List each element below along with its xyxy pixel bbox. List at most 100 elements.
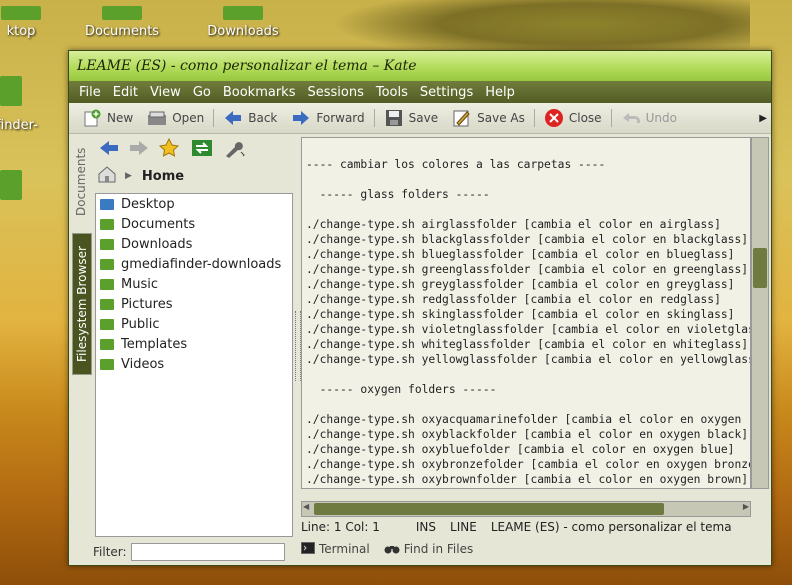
breadcrumb-home[interactable]: Home (142, 169, 184, 184)
save-as-button[interactable]: Save As (445, 108, 532, 128)
folder-icon (100, 358, 114, 370)
open-button-label: Open (172, 111, 205, 125)
new-button[interactable]: New (75, 108, 140, 128)
folder-label: Public (121, 316, 160, 332)
desktop-folder-partial[interactable] (0, 76, 22, 106)
undo-button-label: Undo (645, 111, 677, 125)
desktop-folder-partial[interactable] (0, 170, 22, 200)
folder-item-public[interactable]: Public (96, 314, 292, 334)
desktop-icon-label: finder- (0, 118, 38, 133)
menubar: File Edit View Go Bookmarks Sessions Too… (69, 81, 771, 103)
tab-terminal[interactable]: Terminal (301, 541, 370, 557)
text-editor[interactable]: ---- cambiar los colores a las carpetas … (301, 137, 751, 489)
menu-sessions[interactable]: Sessions (301, 85, 369, 100)
bookmark-star-icon[interactable] (158, 137, 181, 162)
toolbar-overflow-icon[interactable]: ▶ (759, 113, 767, 124)
undo-button[interactable]: Undo (614, 108, 684, 128)
document-name: LEAME (ES) - como personalizar el tema (490, 520, 732, 534)
folder-icon (100, 338, 114, 350)
open-button[interactable]: Open (140, 108, 211, 128)
folder-icon (100, 218, 114, 230)
selection-mode[interactable]: LINE (450, 520, 477, 534)
arrow-left-icon[interactable] (99, 140, 119, 160)
sync-folder-icon[interactable] (191, 138, 213, 162)
folder-label: Videos (121, 356, 165, 372)
desktop-icon-downloads[interactable]: Downloads (200, 6, 286, 39)
folder-item-music[interactable]: Music (96, 274, 292, 294)
tab-filesystem-browser[interactable]: Filesystem Browser (72, 233, 92, 375)
desktop-icon-desktop[interactable]: ktop (0, 6, 56, 39)
tab-terminal-label: Terminal (319, 542, 370, 556)
folder-label: gmediafinder-downloads (121, 256, 282, 272)
save-as-button-label: Save As (477, 111, 525, 125)
desktop-icon-documents[interactable]: Documents (80, 6, 164, 39)
home-icon[interactable] (97, 165, 117, 187)
scroll-right-icon[interactable]: ▶ (743, 502, 749, 511)
window-titlebar[interactable]: LEAME (ES) - como personalizar el tema –… (69, 51, 771, 81)
folder-label: Pictures (121, 296, 173, 312)
horizontal-scrollbar-thumb[interactable] (314, 503, 664, 515)
save-button-label: Save (408, 111, 439, 125)
arrow-right-icon[interactable] (129, 140, 149, 160)
folder-icon (100, 238, 114, 250)
tab-documents[interactable]: Documents (72, 137, 90, 227)
toolbar-separator (533, 109, 535, 127)
horizontal-scrollbar[interactable]: ◀ ▶ (301, 501, 751, 517)
editor-content[interactable]: ---- cambiar los colores a las carpetas … (302, 138, 750, 488)
folder-icon (100, 258, 114, 270)
folder-label: Music (121, 276, 158, 292)
folder-item-gmediafinder-downloads[interactable]: gmediafinder-downloads (96, 254, 292, 274)
vertical-scrollbar[interactable] (751, 137, 769, 489)
toolbar-separator (213, 109, 215, 127)
folder-item-pictures[interactable]: Pictures (96, 294, 292, 314)
save-button[interactable]: Save (377, 108, 445, 128)
folder-icon (102, 6, 142, 20)
binoculars-icon (384, 542, 400, 557)
vertical-scrollbar-thumb[interactable] (753, 248, 767, 288)
toolbar-separator (373, 109, 375, 127)
folder-item-videos[interactable]: Videos (96, 354, 292, 374)
window-title: LEAME (ES) - como personalizar el tema –… (77, 58, 417, 74)
filesystem-browser-panel: ▶ Home Desktop Documents Downloads gmedi… (93, 135, 295, 565)
open-folder-icon (147, 108, 167, 128)
folder-icon (100, 278, 114, 290)
folder-item-downloads[interactable]: Downloads (96, 234, 292, 254)
folder-item-templates[interactable]: Templates (96, 334, 292, 354)
scroll-left-icon[interactable]: ◀ (303, 502, 309, 511)
undo-arrow-icon (621, 108, 641, 128)
forward-button[interactable]: Forward (284, 108, 371, 128)
new-document-icon (82, 108, 102, 128)
insert-mode[interactable]: INS (416, 520, 436, 534)
bottom-tool-tabs: Terminal Find in Files (301, 539, 473, 559)
menu-help[interactable]: Help (479, 85, 521, 100)
status-bar: Line: 1 Col: 1 INS LINE LEAME (ES) - com… (301, 517, 769, 537)
toolbar-separator (610, 109, 612, 127)
cursor-position: Line: 1 Col: 1 (301, 520, 380, 534)
breadcrumb: ▶ Home (93, 165, 295, 187)
arrow-left-icon (223, 108, 243, 128)
folder-list: Desktop Documents Downloads gmediafinder… (95, 193, 293, 537)
menu-edit[interactable]: Edit (107, 85, 144, 100)
menu-file[interactable]: File (73, 85, 107, 100)
menu-view[interactable]: View (144, 85, 187, 100)
menu-bookmarks[interactable]: Bookmarks (217, 85, 302, 100)
menu-settings[interactable]: Settings (414, 85, 479, 100)
desktop-icon-gmediafinder[interactable]: finder- (0, 118, 56, 133)
back-button[interactable]: Back (216, 108, 284, 128)
menu-tools[interactable]: Tools (370, 85, 414, 100)
desktop-icon-label: Downloads (207, 24, 279, 39)
tab-find-in-files[interactable]: Find in Files (384, 542, 473, 557)
folder-item-documents[interactable]: Documents (96, 214, 292, 234)
back-button-label: Back (248, 111, 278, 125)
close-button[interactable]: Close (537, 108, 609, 128)
close-button-label: Close (568, 111, 602, 125)
folder-item-desktop[interactable]: Desktop (96, 194, 292, 214)
desktop-icon-label: Documents (84, 24, 160, 39)
wrench-icon[interactable] (223, 138, 247, 162)
folder-label: Documents (121, 216, 196, 232)
new-button-label: New (107, 111, 134, 125)
menu-go[interactable]: Go (187, 85, 217, 100)
filter-input[interactable] (130, 543, 285, 561)
breadcrumb-separator-icon: ▶ (125, 171, 132, 181)
arrow-right-icon (291, 108, 311, 128)
